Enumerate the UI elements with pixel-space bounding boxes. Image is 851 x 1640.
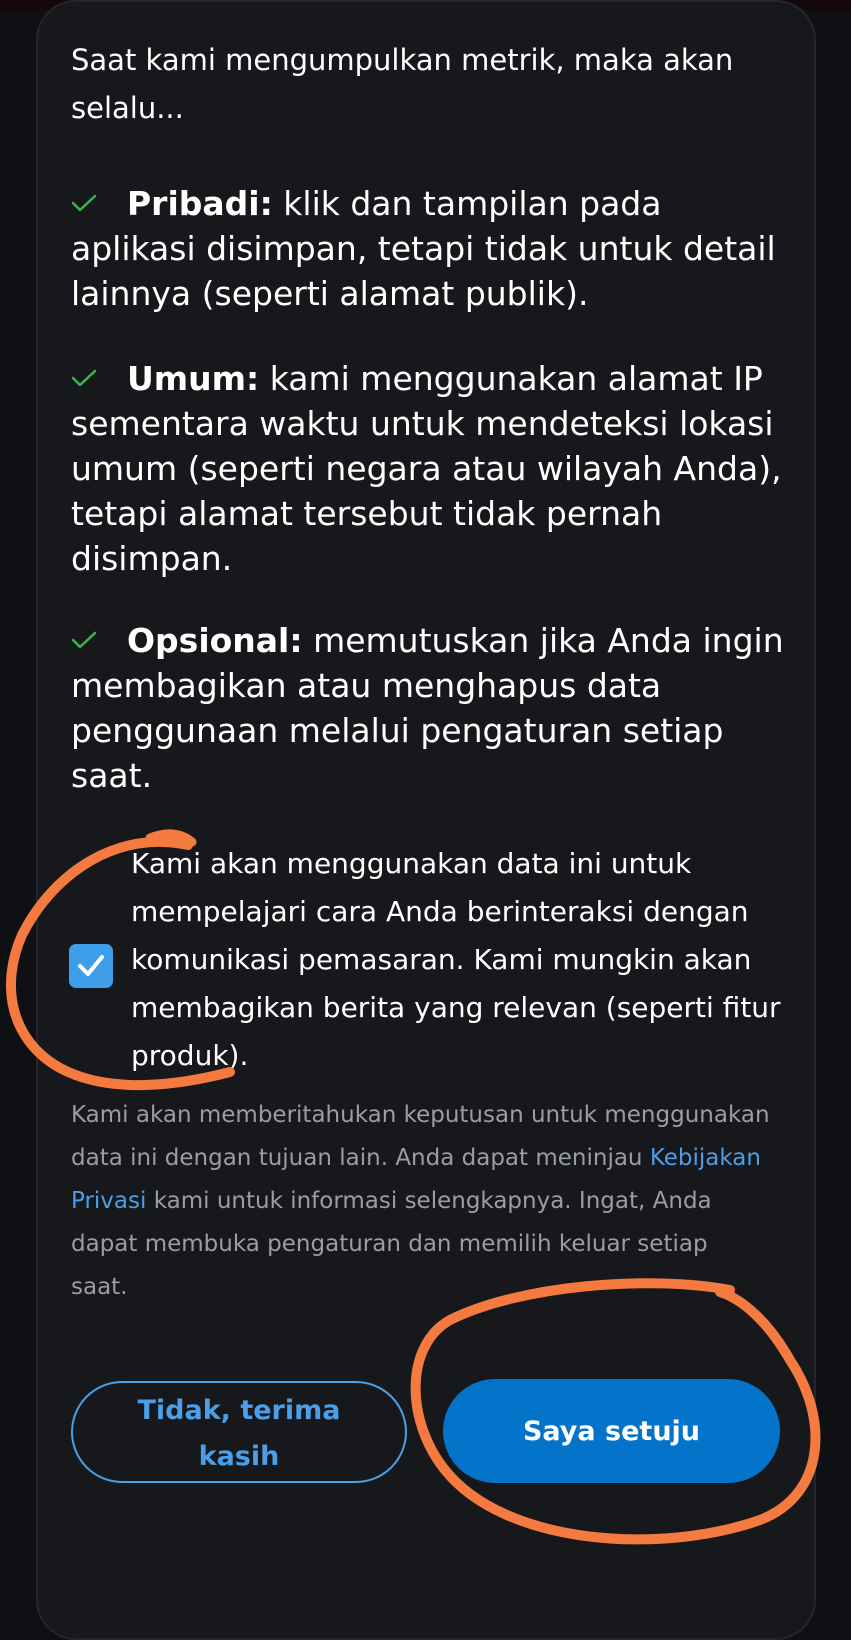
- accept-button[interactable]: Saya setuju: [443, 1379, 780, 1483]
- notice-text-end: kami untuk informasi selengkapnya. Ingat…: [71, 1188, 712, 1300]
- point-private: Pribadi: klik dan tampilan pada aplikasi…: [71, 181, 796, 316]
- point-title: Umum:: [127, 359, 260, 398]
- intro-text: Saat kami mengumpulkan metrik, maka akan…: [71, 43, 734, 125]
- notice-text: Kami akan memberitahukan keputusan untuk…: [71, 1094, 771, 1309]
- check-icon: [71, 356, 127, 401]
- decline-button[interactable]: Tidak, terima kasih: [71, 1381, 407, 1483]
- check-icon: [71, 618, 127, 663]
- marketing-consent-checkbox[interactable]: [69, 944, 113, 988]
- point-general: Umum: kami menggunakan alamat IP sementa…: [71, 356, 796, 581]
- marketing-consent-label[interactable]: Kami akan menggunakan data ini untuk mem…: [131, 840, 811, 1080]
- point-optional: Opsional: memutuskan jika Anda ingin mem…: [71, 618, 796, 798]
- point-title: Opsional:: [127, 621, 303, 660]
- check-icon: [71, 181, 127, 226]
- point-title: Pribadi:: [127, 184, 273, 223]
